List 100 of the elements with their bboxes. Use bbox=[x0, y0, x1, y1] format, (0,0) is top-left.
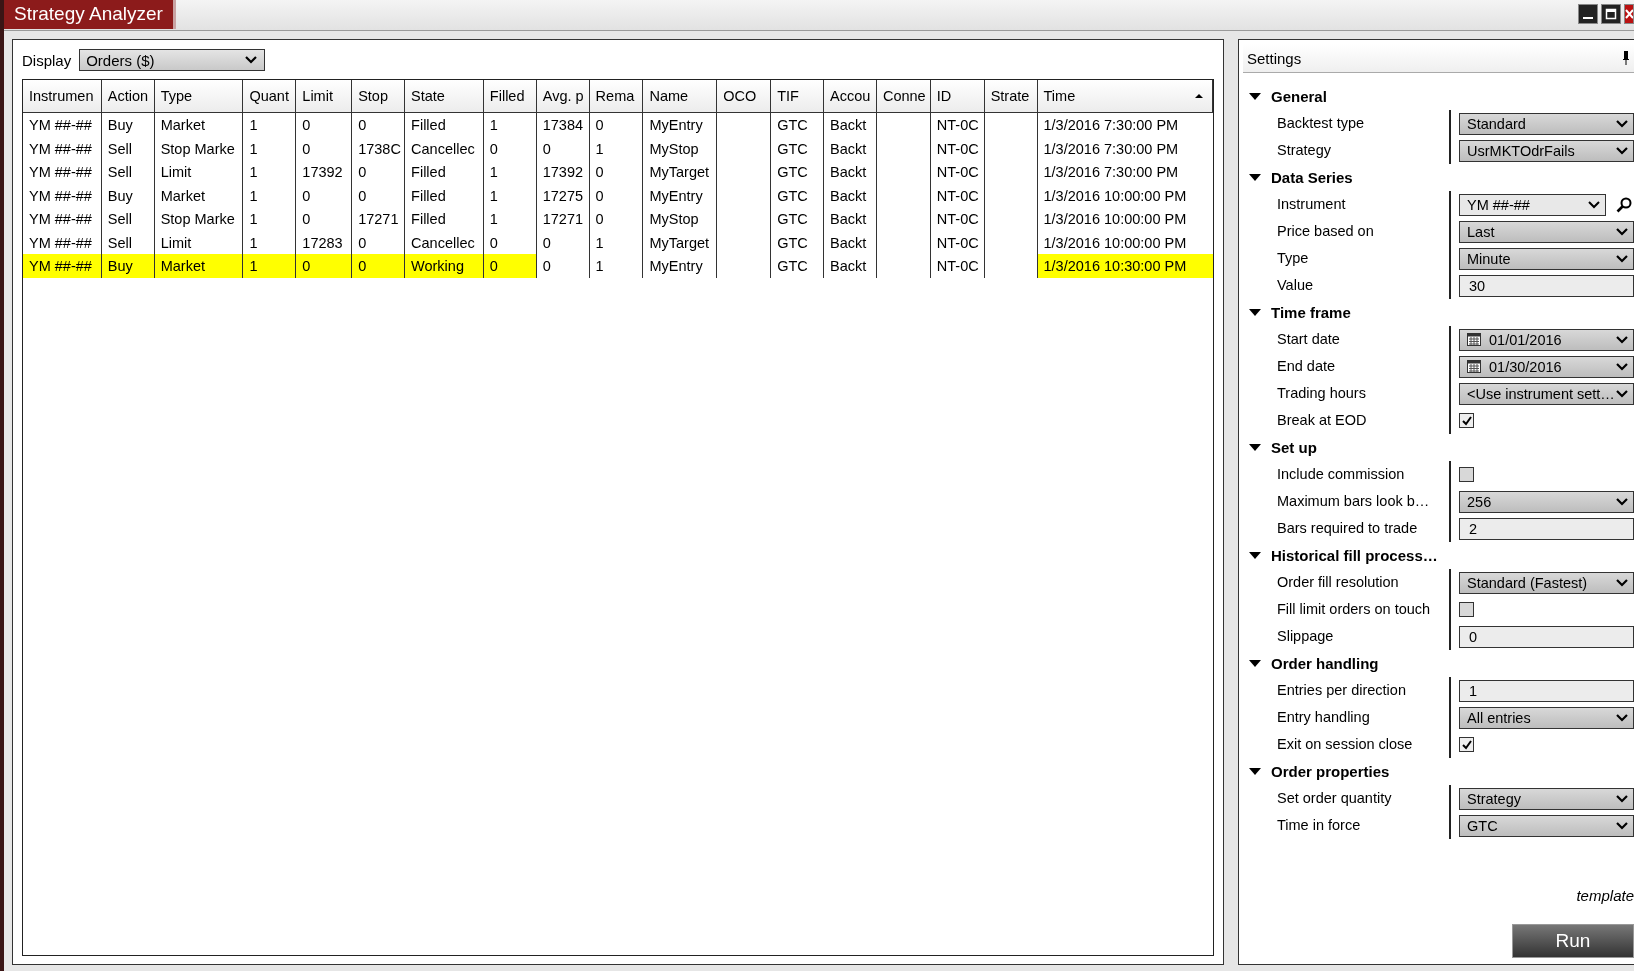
column-header[interactable]: ID bbox=[930, 80, 985, 112]
chevron-icon bbox=[1615, 361, 1629, 372]
column-header[interactable]: Action bbox=[101, 80, 155, 112]
setting-dropdown[interactable]: UsrMKTOdrFails bbox=[1459, 139, 1634, 162]
table-cell: GTC bbox=[771, 254, 825, 278]
column-header[interactable]: Accou bbox=[824, 80, 877, 112]
column-header[interactable]: Name bbox=[643, 80, 718, 112]
expander-icon bbox=[1249, 766, 1261, 777]
chevron-icon bbox=[1615, 253, 1629, 264]
setting-label: Time in force bbox=[1249, 812, 1451, 839]
input-field[interactable]: 30 bbox=[1459, 274, 1634, 297]
column-header[interactable]: Strate bbox=[984, 80, 1038, 112]
table-cell: 17275 bbox=[536, 183, 590, 207]
expander-icon bbox=[1249, 658, 1261, 669]
table-cell: 0 bbox=[483, 254, 537, 278]
table-cell: 1 bbox=[483, 207, 537, 231]
column-header[interactable]: OCO bbox=[717, 80, 772, 112]
group-header[interactable]: General bbox=[1249, 83, 1634, 110]
table-cell: Filled bbox=[405, 160, 484, 184]
chevron-icon bbox=[1615, 712, 1629, 723]
table-cell: 1 bbox=[243, 113, 297, 137]
setting-label: Trading hours bbox=[1249, 380, 1451, 407]
setting-dropdown[interactable]: GTC bbox=[1459, 814, 1634, 837]
setting-label: Type bbox=[1249, 245, 1451, 272]
table-cell: 1 bbox=[589, 254, 644, 278]
column-header[interactable]: Type bbox=[154, 80, 244, 112]
group-header[interactable]: Time frame bbox=[1249, 299, 1634, 326]
table-cell: NT-0C bbox=[930, 230, 985, 254]
column-header[interactable]: Filled bbox=[483, 80, 537, 112]
display-dropdown[interactable]: Orders ($) bbox=[79, 49, 266, 71]
run-button[interactable]: Run bbox=[1512, 924, 1634, 958]
table-cell-text: 1/3/2016 10:00:00 PM bbox=[1042, 210, 1188, 229]
input-field[interactable]: 0 bbox=[1459, 625, 1634, 648]
table-cell: Filled bbox=[405, 183, 484, 207]
table-cell: MyTarget bbox=[643, 230, 718, 254]
column-header[interactable]: Time bbox=[1037, 80, 1214, 112]
column-header[interactable]: TIF bbox=[771, 80, 825, 112]
group-header[interactable]: Order properties bbox=[1249, 758, 1634, 785]
table-cell: Backt bbox=[824, 160, 877, 184]
setting-dropdown[interactable]: 256 bbox=[1459, 490, 1634, 513]
table-cell: Sell bbox=[101, 160, 155, 184]
table-cell: Filled bbox=[405, 113, 484, 137]
table-cell: 1 bbox=[243, 207, 297, 231]
checkbox[interactable] bbox=[1459, 737, 1474, 752]
setting-dropdown[interactable]: Strategy bbox=[1459, 787, 1634, 810]
date-picker[interactable]: 01/30/2016 bbox=[1459, 355, 1634, 378]
column-header[interactable]: Stop bbox=[352, 80, 406, 112]
setting-dropdown[interactable]: Standard (Fastest) bbox=[1459, 571, 1634, 594]
table-cell: MyEntry bbox=[643, 113, 718, 137]
template-link[interactable]: template bbox=[1576, 887, 1634, 904]
table-cell: YM ##-## bbox=[23, 136, 102, 160]
table-cell: 0 bbox=[589, 207, 644, 231]
search-icon[interactable] bbox=[1616, 196, 1632, 213]
table-cell: 1 bbox=[589, 136, 644, 160]
input-field[interactable]: 1 bbox=[1459, 679, 1634, 702]
column-header[interactable]: Limit bbox=[296, 80, 353, 112]
setting-dropdown[interactable]: Minute bbox=[1459, 247, 1634, 270]
table-cell-text: 1/3/2016 7:30:00 PM bbox=[1042, 116, 1180, 135]
setting-dropdown[interactable]: Last bbox=[1459, 220, 1634, 243]
table-cell-text: 1/3/2016 10:00:00 PM bbox=[1042, 233, 1188, 253]
date-picker[interactable]: 01/01/2016 bbox=[1459, 328, 1634, 351]
table-cell: 0 bbox=[296, 136, 353, 160]
table-cell: Market bbox=[154, 254, 244, 278]
calendar-icon bbox=[1467, 333, 1481, 346]
column-header[interactable]: Conne bbox=[876, 80, 931, 112]
table-cell: NT-0C bbox=[930, 113, 985, 137]
group-header[interactable]: Historical fill process… bbox=[1249, 542, 1634, 569]
table-cell: 17271 bbox=[352, 207, 406, 231]
table-cell: 0 bbox=[352, 183, 406, 207]
table-cell: 1 bbox=[483, 160, 537, 184]
column-header[interactable]: Rema bbox=[589, 80, 644, 112]
table-cell: YM ##-## bbox=[23, 160, 102, 184]
maximize-button[interactable] bbox=[1601, 4, 1621, 24]
setting-label: Instrument bbox=[1249, 191, 1451, 218]
table-cell: GTC bbox=[771, 136, 825, 160]
minimize-button[interactable] bbox=[1578, 4, 1598, 24]
group-header[interactable]: Data Series bbox=[1249, 164, 1634, 191]
column-header[interactable]: Quant bbox=[243, 80, 297, 112]
checkbox[interactable] bbox=[1459, 467, 1474, 482]
group-header[interactable]: Set up bbox=[1249, 434, 1634, 461]
pin-icon[interactable] bbox=[1622, 50, 1630, 66]
table-cell: 0 bbox=[296, 183, 353, 207]
calendar-icon bbox=[1467, 360, 1481, 373]
setting-dropdown[interactable]: <Use instrument sett… bbox=[1459, 382, 1634, 405]
setting-dropdown[interactable]: All entries bbox=[1459, 706, 1634, 729]
column-header[interactable]: State bbox=[405, 80, 484, 112]
column-header[interactable]: Avg. p bbox=[536, 80, 590, 112]
chevron-icon bbox=[1615, 226, 1629, 237]
close-button[interactable] bbox=[1624, 4, 1634, 24]
setting-dropdown[interactable]: Standard bbox=[1459, 112, 1634, 135]
instrument-dropdown[interactable]: YM ##-## bbox=[1459, 193, 1606, 216]
input-field[interactable]: 2 bbox=[1459, 517, 1634, 540]
table-cell: NT-0C bbox=[930, 160, 985, 184]
group-header[interactable]: Order handling bbox=[1249, 650, 1634, 677]
column-header[interactable]: Instrumen bbox=[23, 80, 102, 112]
checkbox[interactable] bbox=[1459, 413, 1474, 428]
table-cell: Backt bbox=[824, 113, 877, 137]
checkbox[interactable] bbox=[1459, 602, 1474, 617]
table-cell: 0 bbox=[589, 183, 644, 207]
chevron-icon bbox=[1615, 820, 1629, 831]
